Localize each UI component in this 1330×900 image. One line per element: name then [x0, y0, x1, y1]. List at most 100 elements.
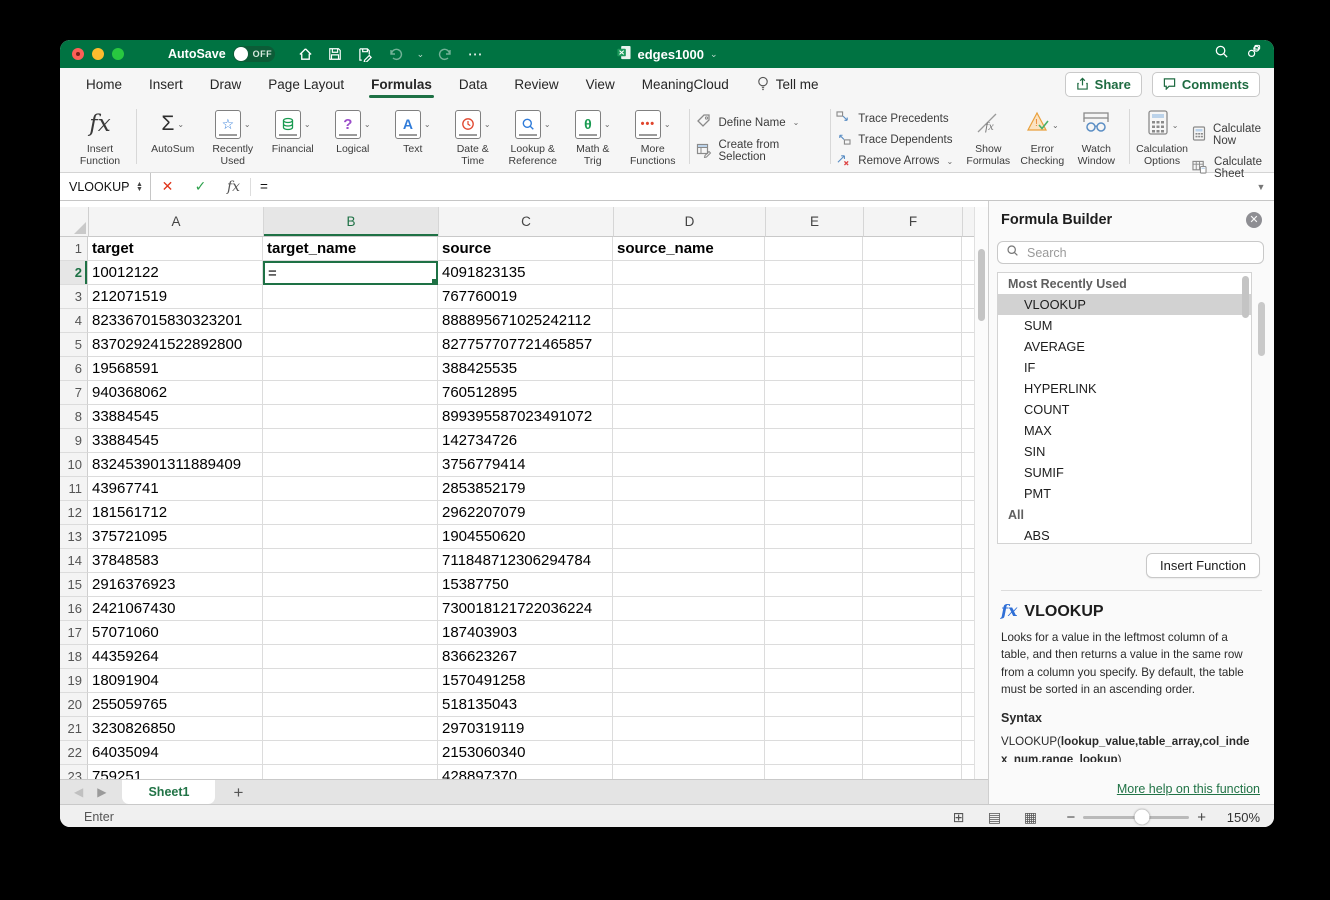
- cell-E22[interactable]: [765, 741, 863, 765]
- cell-D18[interactable]: [613, 645, 765, 669]
- function-search-box[interactable]: [997, 241, 1264, 264]
- cell-E7[interactable]: [765, 381, 863, 405]
- cell-A21[interactable]: 3230826850: [88, 717, 263, 741]
- prev-sheet-icon[interactable]: ◀: [74, 785, 83, 799]
- row-header-7[interactable]: 7: [60, 381, 88, 405]
- cell-C23[interactable]: 428897370: [438, 765, 613, 779]
- text-button[interactable]: A⌄ Text: [384, 109, 442, 155]
- row-header-5[interactable]: 5: [60, 333, 88, 357]
- row-header-19[interactable]: 19: [60, 669, 88, 693]
- tell-me[interactable]: Tell me: [756, 76, 819, 94]
- insert-function-panel-button[interactable]: Insert Function: [1146, 553, 1260, 578]
- row-header-21[interactable]: 21: [60, 717, 88, 741]
- cell-F13[interactable]: [863, 525, 962, 549]
- name-box-stepper[interactable]: ▲▼: [131, 182, 150, 192]
- row-header-23[interactable]: 23: [60, 765, 88, 779]
- cell-D23[interactable]: [613, 765, 765, 779]
- cell-E11[interactable]: [765, 477, 863, 501]
- cell-B18[interactable]: [263, 645, 438, 669]
- zoom-slider-thumb[interactable]: [1134, 810, 1149, 825]
- cell-B10[interactable]: [263, 453, 438, 477]
- cell-D19[interactable]: [613, 669, 765, 693]
- calculate-now-button[interactable]: Calculate Now: [1192, 123, 1274, 147]
- cell-E21[interactable]: [765, 717, 863, 741]
- next-sheet-icon[interactable]: ▶: [97, 785, 106, 799]
- row-header-15[interactable]: 15: [60, 573, 88, 597]
- confirm-entry-icon[interactable]: ✓: [184, 178, 217, 195]
- vertical-scrollbar[interactable]: [974, 207, 988, 779]
- undo-chevron-icon[interactable]: ⌄: [417, 49, 425, 60]
- cell-D6[interactable]: [613, 357, 765, 381]
- trace-precedents-button[interactable]: Trace Precedents: [836, 111, 948, 127]
- function-item-vlookup[interactable]: VLOOKUP: [998, 294, 1251, 315]
- close-window-button[interactable]: [72, 48, 84, 60]
- cancel-entry-icon[interactable]: ✕: [151, 178, 184, 195]
- cell-F7[interactable]: [863, 381, 962, 405]
- calculation-options-button[interactable]: ⌄ Calculation Options: [1136, 109, 1188, 167]
- cell-D1[interactable]: source_name: [613, 237, 765, 261]
- row-header-10[interactable]: 10: [60, 453, 88, 477]
- cell-F22[interactable]: [863, 741, 962, 765]
- cell-F1[interactable]: [863, 237, 962, 261]
- title-chevron-icon[interactable]: ⌄: [710, 49, 718, 60]
- row-header-13[interactable]: 13: [60, 525, 88, 549]
- cell-F14[interactable]: [863, 549, 962, 573]
- cell-E23[interactable]: [765, 765, 863, 779]
- cell-F3[interactable]: [863, 285, 962, 309]
- cell-E8[interactable]: [765, 405, 863, 429]
- row-header-9[interactable]: 9: [60, 429, 88, 453]
- cell-D20[interactable]: [613, 693, 765, 717]
- document-title[interactable]: edges1000: [637, 47, 704, 62]
- date-time-button[interactable]: ⌄ Date & Time: [444, 109, 502, 167]
- create-from-selection-button[interactable]: Create from Selection: [696, 139, 824, 163]
- function-item-max[interactable]: MAX: [998, 420, 1251, 441]
- cell-D21[interactable]: [613, 717, 765, 741]
- cell-D16[interactable]: [613, 597, 765, 621]
- function-item-count[interactable]: COUNT: [998, 399, 1251, 420]
- cell-A4[interactable]: 823367015830323201: [88, 309, 263, 333]
- more-functions-button[interactable]: •••⌄ More Functions: [624, 109, 682, 167]
- cell-C4[interactable]: 888895671025242112: [438, 309, 613, 333]
- name-box[interactable]: VLOOKUP: [60, 180, 131, 194]
- function-item-hyperlink[interactable]: HYPERLINK: [998, 378, 1251, 399]
- cell-C12[interactable]: 2962207079: [438, 501, 613, 525]
- cell-A11[interactable]: 43967741: [88, 477, 263, 501]
- share-button[interactable]: Share: [1065, 72, 1142, 97]
- panel-close-icon[interactable]: ✕: [1246, 212, 1262, 228]
- cell-C7[interactable]: 760512895: [438, 381, 613, 405]
- cell-F2[interactable]: [863, 261, 962, 285]
- cell-D4[interactable]: [613, 309, 765, 333]
- row-header-17[interactable]: 17: [60, 621, 88, 645]
- function-item-if[interactable]: IF: [998, 357, 1251, 378]
- cell-E6[interactable]: [765, 357, 863, 381]
- cell-A6[interactable]: 19568591: [88, 357, 263, 381]
- cell-E20[interactable]: [765, 693, 863, 717]
- cell-D11[interactable]: [613, 477, 765, 501]
- cell-A10[interactable]: 832453901311889409: [88, 453, 263, 477]
- function-search-input[interactable]: [1025, 245, 1255, 261]
- cell-A7[interactable]: 940368062: [88, 381, 263, 405]
- cell-A17[interactable]: 57071060: [88, 621, 263, 645]
- cell-A15[interactable]: 2916376923: [88, 573, 263, 597]
- cell-E14[interactable]: [765, 549, 863, 573]
- math-trig-button[interactable]: θ⌄ Math & Trig: [564, 109, 622, 167]
- cell-D5[interactable]: [613, 333, 765, 357]
- cell-A22[interactable]: 64035094: [88, 741, 263, 765]
- row-header-14[interactable]: 14: [60, 549, 88, 573]
- cell-C22[interactable]: 2153060340: [438, 741, 613, 765]
- cell-D8[interactable]: [613, 405, 765, 429]
- cell-B20[interactable]: [263, 693, 438, 717]
- redo-icon[interactable]: [437, 46, 454, 63]
- col-header-E[interactable]: E: [766, 207, 864, 237]
- cell-B13[interactable]: [263, 525, 438, 549]
- cell-E3[interactable]: [765, 285, 863, 309]
- cell-C10[interactable]: 3756779414: [438, 453, 613, 477]
- cell-B1[interactable]: target_name: [263, 237, 438, 261]
- zoom-level[interactable]: 150%: [1216, 810, 1260, 825]
- cell-D22[interactable]: [613, 741, 765, 765]
- function-item-abs[interactable]: ABS: [998, 525, 1251, 544]
- cell-B15[interactable]: [263, 573, 438, 597]
- cell-B11[interactable]: [263, 477, 438, 501]
- cell-A9[interactable]: 33884545: [88, 429, 263, 453]
- cell-C15[interactable]: 15387750: [438, 573, 613, 597]
